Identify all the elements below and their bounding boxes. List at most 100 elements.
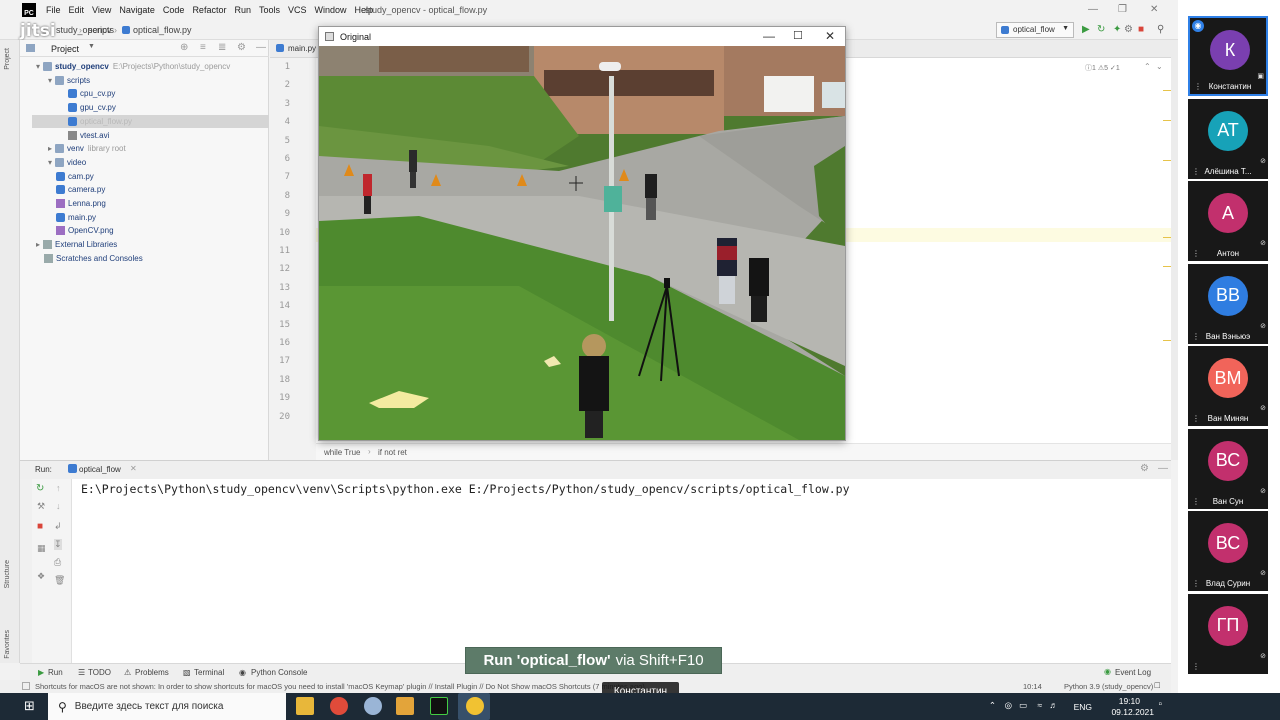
- participant-tile[interactable]: А Антон ⋮ ⊘: [1188, 181, 1268, 261]
- app-icon[interactable]: [364, 697, 382, 715]
- more-options-icon[interactable]: ⋮: [1192, 167, 1200, 176]
- stop-icon[interactable]: ■: [1138, 24, 1144, 35]
- notifications-icon[interactable]: ▫: [1158, 699, 1162, 710]
- project-tool-tab[interactable]: Project: [4, 48, 11, 70]
- breadcrumb-file[interactable]: optical_flow.py: [122, 25, 192, 35]
- battery-icon[interactable]: ▭: [1019, 700, 1027, 711]
- project-tree-item[interactable]: ▾ scripts: [48, 74, 90, 87]
- tool-tab-event-log[interactable]: Event Log: [1115, 668, 1151, 677]
- chevron-up-icon[interactable]: ⌃: [989, 700, 996, 711]
- more-options-icon[interactable]: ⋮: [1192, 579, 1200, 588]
- tree-expand-icon[interactable]: ▸: [36, 240, 40, 249]
- caret-position[interactable]: 10:14: [1023, 682, 1042, 691]
- project-tree-item[interactable]: OpenCV.png: [48, 224, 114, 237]
- more-options-icon[interactable]: ⋮: [1192, 249, 1200, 258]
- run-console[interactable]: E:\Projects\Python\study_opencv\venv\Scr…: [72, 479, 1171, 663]
- menu-view[interactable]: View: [88, 5, 115, 15]
- collapse-all-icon[interactable]: ≣: [218, 42, 226, 53]
- project-tree-item[interactable]: ▾ study_opencv E:\Projects\Python\study_op…: [36, 60, 230, 73]
- chevron-down-icon[interactable]: ⌄: [1156, 62, 1163, 71]
- maximize-icon[interactable]: ☐: [793, 29, 803, 42]
- minimize-icon[interactable]: —: [1088, 4, 1098, 15]
- print-icon[interactable]: ⎙: [54, 557, 61, 568]
- menu-edit[interactable]: Edit: [65, 5, 89, 15]
- tool-tab-run[interactable]: Run: [48, 668, 63, 677]
- more-options-icon[interactable]: ⋮: [1192, 497, 1200, 506]
- coverage-icon[interactable]: ⚙: [1124, 24, 1133, 35]
- gear-icon[interactable]: ⚙: [237, 42, 246, 53]
- close-icon[interactable]: ✕: [1150, 4, 1158, 15]
- project-tree-item[interactable]: cam.py: [48, 170, 94, 183]
- tool-tab-todo[interactable]: TODO: [88, 668, 111, 677]
- project-tree-item[interactable]: Lenna.png: [48, 197, 106, 210]
- tree-expand-icon[interactable]: ▸: [48, 144, 52, 153]
- restore-layout-icon[interactable]: ▦: [37, 543, 46, 554]
- windows-start-icon[interactable]: ⊞: [24, 699, 38, 713]
- participant-tile[interactable]: АТ Алёшина Т... ⋮ ⊘: [1188, 98, 1268, 179]
- run-configuration-select[interactable]: optical_flow ▼: [996, 22, 1074, 38]
- gear-icon[interactable]: ⚙: [1140, 463, 1149, 474]
- participant-tile[interactable]: ВС Влад Сурин ⋮ ⊘: [1188, 511, 1268, 591]
- locate-icon[interactable]: ⊕: [180, 42, 188, 53]
- wifi-icon[interactable]: ≈: [1037, 700, 1042, 710]
- run-icon[interactable]: ▶: [1082, 24, 1090, 35]
- more-options-icon[interactable]: ⋮: [1192, 332, 1200, 341]
- debug-icon[interactable]: ✦: [1113, 24, 1121, 35]
- project-tree-item[interactable]: Scratches and Consoles: [36, 252, 143, 265]
- video-frame[interactable]: [319, 46, 845, 440]
- more-options-icon[interactable]: ⋮: [1194, 82, 1202, 91]
- more-options-icon[interactable]: ⋮: [1192, 414, 1200, 423]
- file-explorer-icon[interactable]: [296, 697, 314, 715]
- search-icon[interactable]: ⚲: [1157, 24, 1164, 35]
- close-icon[interactable]: ✕: [825, 29, 835, 43]
- menu-navigate[interactable]: Navigate: [115, 5, 159, 15]
- menu-refactor[interactable]: Refactor: [188, 5, 230, 15]
- media-player-icon[interactable]: [396, 697, 414, 715]
- project-panel-title[interactable]: Project: [51, 44, 79, 54]
- pycharm-taskbar-icon[interactable]: [430, 697, 448, 715]
- project-tree-item[interactable]: gpu_cv.py: [60, 101, 116, 114]
- participant-tile[interactable]: ГП ⋮ ⊘: [1188, 593, 1268, 674]
- close-tab-icon[interactable]: ✕: [130, 464, 137, 473]
- chevron-up-icon[interactable]: ⌃: [1144, 62, 1151, 71]
- maximize-icon[interactable]: ❐: [1118, 4, 1127, 15]
- menu-tools[interactable]: Tools: [255, 5, 284, 15]
- hide-panel-icon[interactable]: —: [1158, 463, 1168, 474]
- input-language[interactable]: ENG: [1074, 702, 1092, 712]
- project-tree-item[interactable]: cpu_cv.py: [60, 87, 115, 100]
- editor-tab-main-py[interactable]: main.py: [288, 44, 316, 53]
- status-message[interactable]: Shortcuts for macOS are not shown: In or…: [35, 682, 645, 691]
- participant-tile[interactable]: ВМ Ван Минян ⋮ ⊘: [1188, 346, 1268, 426]
- wrench-icon[interactable]: ⚒: [37, 501, 45, 512]
- menu-code[interactable]: Code: [159, 5, 189, 15]
- menu-run[interactable]: Run: [230, 5, 255, 15]
- volume-icon[interactable]: ♬: [1050, 700, 1059, 710]
- status-toggle-icon[interactable]: [22, 682, 30, 690]
- project-tree-item[interactable]: camera.py: [48, 183, 105, 196]
- expand-all-icon[interactable]: ≡: [200, 42, 206, 53]
- tree-expand-icon[interactable]: ▾: [48, 158, 52, 167]
- run-tab-optical-flow[interactable]: optical_flow: [79, 465, 121, 474]
- rerun-icon[interactable]: ↻: [36, 483, 44, 494]
- chrome-icon[interactable]: [330, 697, 348, 715]
- chevron-down-icon[interactable]: ▼: [88, 43, 95, 50]
- inspection-widget[interactable]: ⓘ1 ⚠5 ✓1: [1085, 63, 1120, 73]
- project-tree-item[interactable]: main.py: [48, 211, 96, 224]
- project-tree-item[interactable]: ▸ External Libraries: [36, 238, 117, 251]
- pin-icon[interactable]: ❖: [37, 571, 45, 582]
- menu-window[interactable]: Window: [311, 5, 351, 15]
- arrow-down-icon[interactable]: ↓: [56, 501, 61, 511]
- participant-tile[interactable]: ВВ Ван Вэньюэ ⋮ ⊘: [1188, 263, 1268, 344]
- project-tree-item[interactable]: optical_flow.py: [60, 115, 132, 128]
- tool-tab-python-console[interactable]: Python Console: [251, 668, 307, 677]
- breadcrumb-if[interactable]: if not ret: [378, 448, 407, 457]
- more-options-icon[interactable]: ⋮: [1192, 662, 1200, 671]
- minimize-icon[interactable]: —: [763, 29, 775, 43]
- participant-tile[interactable]: ВС Ван Сун ⋮ ⊘: [1188, 428, 1268, 509]
- project-tree-item[interactable]: ▸ venv library root: [48, 142, 126, 155]
- arrow-up-icon[interactable]: ↑: [56, 483, 61, 493]
- network-app-icon[interactable]: ◎: [1005, 700, 1012, 711]
- breadcrumb-scripts[interactable]: scripts: [88, 25, 114, 35]
- hide-panel-icon[interactable]: —: [256, 42, 266, 53]
- python-interpreter[interactable]: Python 3.9 (study_opencv): [1064, 682, 1153, 691]
